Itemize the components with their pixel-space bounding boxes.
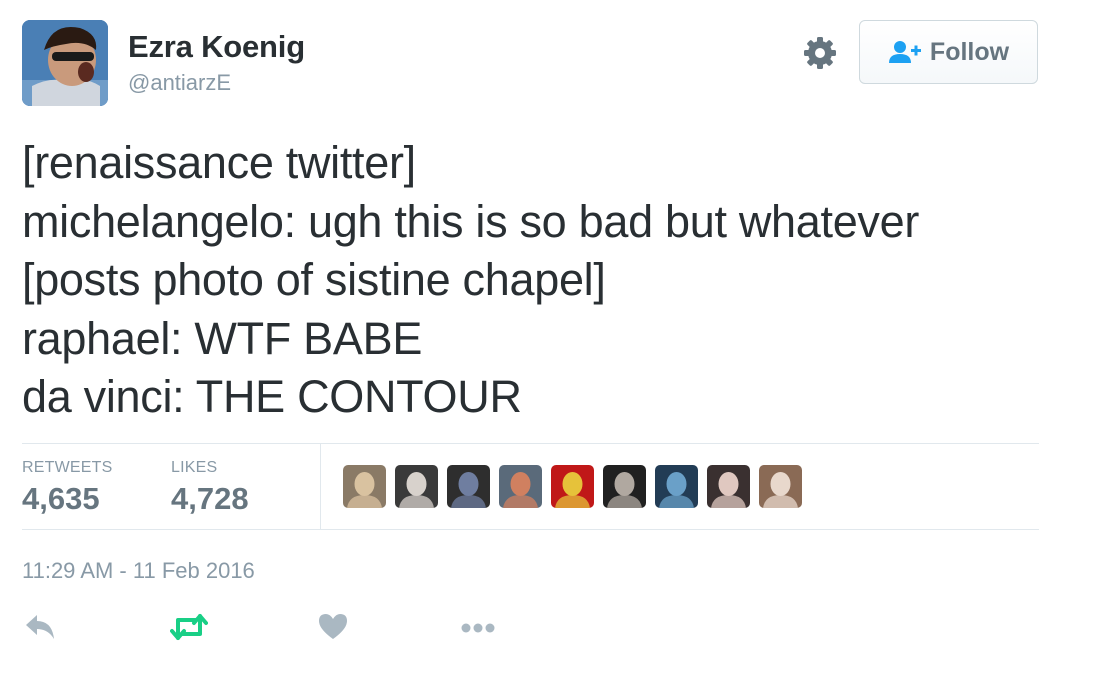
likers-avatar-list bbox=[343, 465, 811, 508]
stats-bottom-divider bbox=[22, 529, 1039, 530]
tweet-line: michelangelo: ugh this is so bad but wha… bbox=[22, 195, 920, 247]
author-avatar[interactable] bbox=[22, 20, 108, 106]
more-icon[interactable] bbox=[460, 612, 496, 647]
tweet-line: raphael: WTF BABE bbox=[22, 312, 423, 364]
liker-avatar[interactable] bbox=[707, 465, 750, 508]
liker-avatar[interactable] bbox=[551, 465, 594, 508]
gear-icon[interactable] bbox=[803, 36, 837, 70]
reply-icon[interactable] bbox=[24, 612, 56, 647]
liker-avatar[interactable] bbox=[499, 465, 542, 508]
retweet-icon[interactable] bbox=[170, 612, 208, 647]
tweet-text: [renaissance twitter] michelangelo: ugh … bbox=[22, 134, 1072, 427]
author-display-name[interactable]: Ezra Koenig bbox=[128, 29, 305, 65]
follow-user-icon bbox=[888, 41, 921, 63]
liker-avatar[interactable] bbox=[447, 465, 490, 508]
liker-avatar[interactable] bbox=[395, 465, 438, 508]
like-icon[interactable] bbox=[318, 612, 348, 645]
tweet-line: [posts photo of sistine chapel] bbox=[22, 254, 606, 305]
liker-avatar[interactable] bbox=[759, 465, 802, 508]
retweets-label[interactable]: RETWEETS bbox=[22, 459, 113, 477]
follow-button[interactable]: Follow bbox=[859, 20, 1038, 84]
retweets-count[interactable]: 4,635 bbox=[22, 481, 100, 517]
stats-top-divider bbox=[22, 443, 1039, 444]
likes-label[interactable]: LIKES bbox=[171, 459, 217, 477]
tweet-line: da vinci: THE CONTOUR bbox=[22, 371, 522, 422]
tweet-timestamp[interactable]: 11:29 AM - 11 Feb 2016 bbox=[22, 558, 255, 584]
stats-vertical-divider bbox=[320, 444, 321, 529]
liker-avatar[interactable] bbox=[343, 465, 386, 508]
author-handle[interactable]: @antiarzE bbox=[128, 70, 231, 96]
follow-button-label: Follow bbox=[929, 37, 1010, 66]
tweet-line: [renaissance twitter] bbox=[22, 137, 416, 188]
liker-avatar[interactable] bbox=[655, 465, 698, 508]
liker-avatar[interactable] bbox=[603, 465, 646, 508]
likes-count[interactable]: 4,728 bbox=[171, 481, 249, 517]
